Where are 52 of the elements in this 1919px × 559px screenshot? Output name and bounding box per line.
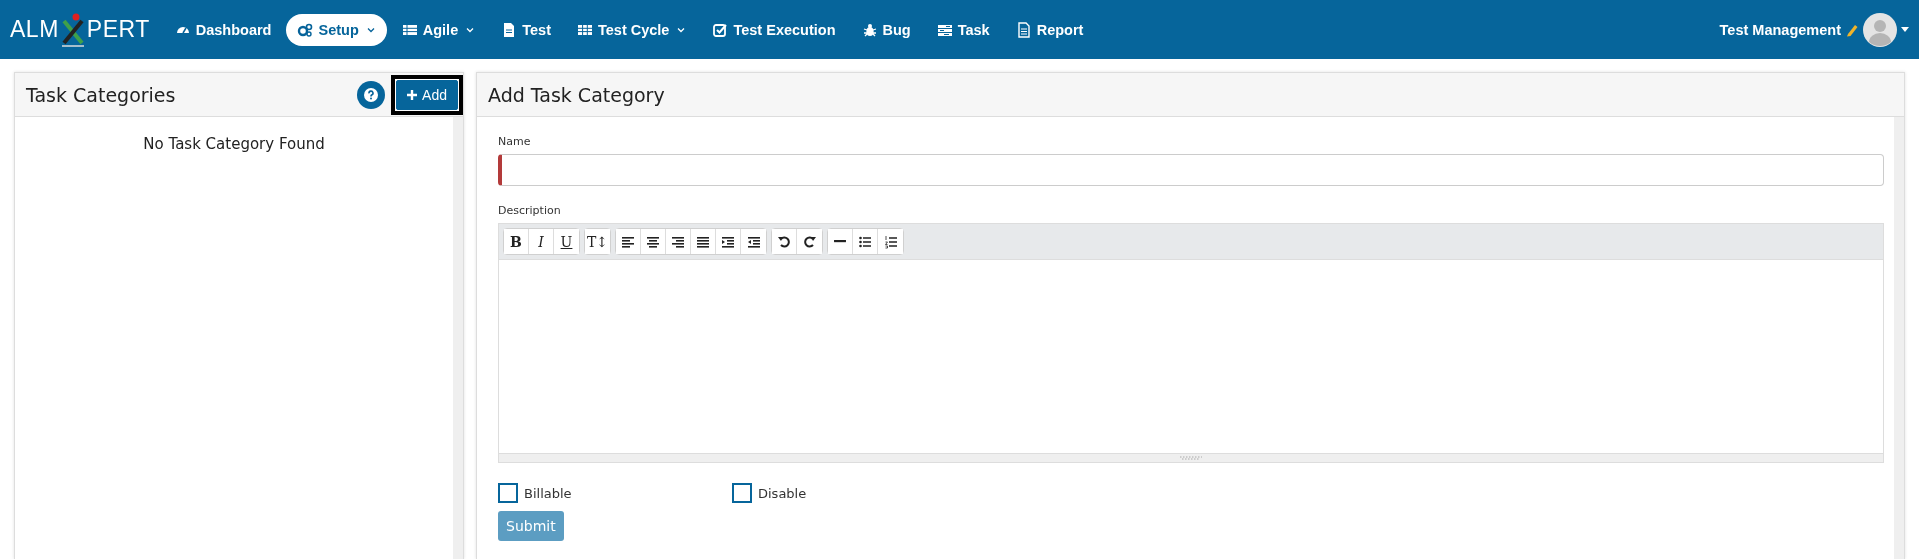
- nav-menu-item[interactable]: Test: [490, 13, 562, 46]
- caret-down-icon: [1901, 26, 1909, 33]
- nav-menu-item[interactable]: Test Execution: [701, 13, 847, 46]
- checkbox-label: Disable: [758, 485, 807, 501]
- nav-menu-item[interactable]: Bug: [850, 13, 922, 46]
- question-icon: [364, 87, 379, 102]
- checkbox-label: Billable: [524, 485, 572, 501]
- avatar-icon: [1863, 12, 1897, 47]
- align-center-icon: [647, 234, 659, 249]
- logo-x-icon: [59, 12, 86, 47]
- check-square-icon: [712, 21, 729, 38]
- checkbox[interactable]: [498, 483, 518, 503]
- nav-menu-item[interactable]: Agile: [390, 13, 487, 46]
- nav-menu-item[interactable]: Report: [1004, 13, 1095, 46]
- logo-text: ALM: [10, 16, 59, 43]
- format-button[interactable]: [616, 229, 641, 254]
- format-button[interactable]: [828, 229, 853, 254]
- plus-icon: [407, 89, 418, 100]
- logo-text: PERT: [86, 16, 150, 43]
- align-justify-icon: [697, 234, 709, 249]
- nav-menu-item[interactable]: Task: [925, 13, 1001, 46]
- nav-menu-item[interactable]: Dashboard: [163, 13, 283, 46]
- panel-title: Task Categories: [26, 83, 176, 106]
- panel-title: Add Task Category: [488, 83, 665, 106]
- bug-icon: [861, 21, 878, 38]
- rich-text-editor[interactable]: B I U T↕: [498, 223, 1884, 463]
- file-text-icon: [1015, 21, 1032, 38]
- pencil-icon: [1845, 22, 1859, 37]
- nav-menu-item[interactable]: Test Cycle: [565, 13, 698, 46]
- name-field[interactable]: [498, 154, 1884, 186]
- format-button[interactable]: B: [504, 229, 529, 254]
- add-button[interactable]: Add: [396, 79, 458, 110]
- gears-icon: [297, 21, 314, 38]
- numbered-list-icon: [884, 234, 897, 249]
- align-left-icon: [622, 234, 634, 249]
- nav-menu-item[interactable]: Setup: [286, 13, 387, 46]
- field-label: Description: [498, 204, 561, 217]
- help-button[interactable]: [357, 80, 386, 109]
- grip-icon: [1179, 456, 1203, 460]
- redo-icon: [803, 234, 816, 249]
- outdent-icon: [747, 234, 760, 249]
- align-right-icon: [672, 234, 684, 249]
- bulleted-list-icon: [859, 234, 871, 249]
- resize-handle[interactable]: [499, 453, 1883, 462]
- field-label: Name: [498, 135, 531, 148]
- project-name: Test Management: [1719, 21, 1841, 38]
- format-button[interactable]: T↕: [585, 229, 610, 254]
- empty-message: No Task Category Found: [142, 134, 326, 153]
- indent-icon: [722, 234, 734, 249]
- checkbox[interactable]: [732, 483, 752, 503]
- undo-icon: [778, 234, 790, 249]
- format-button[interactable]: [772, 229, 797, 254]
